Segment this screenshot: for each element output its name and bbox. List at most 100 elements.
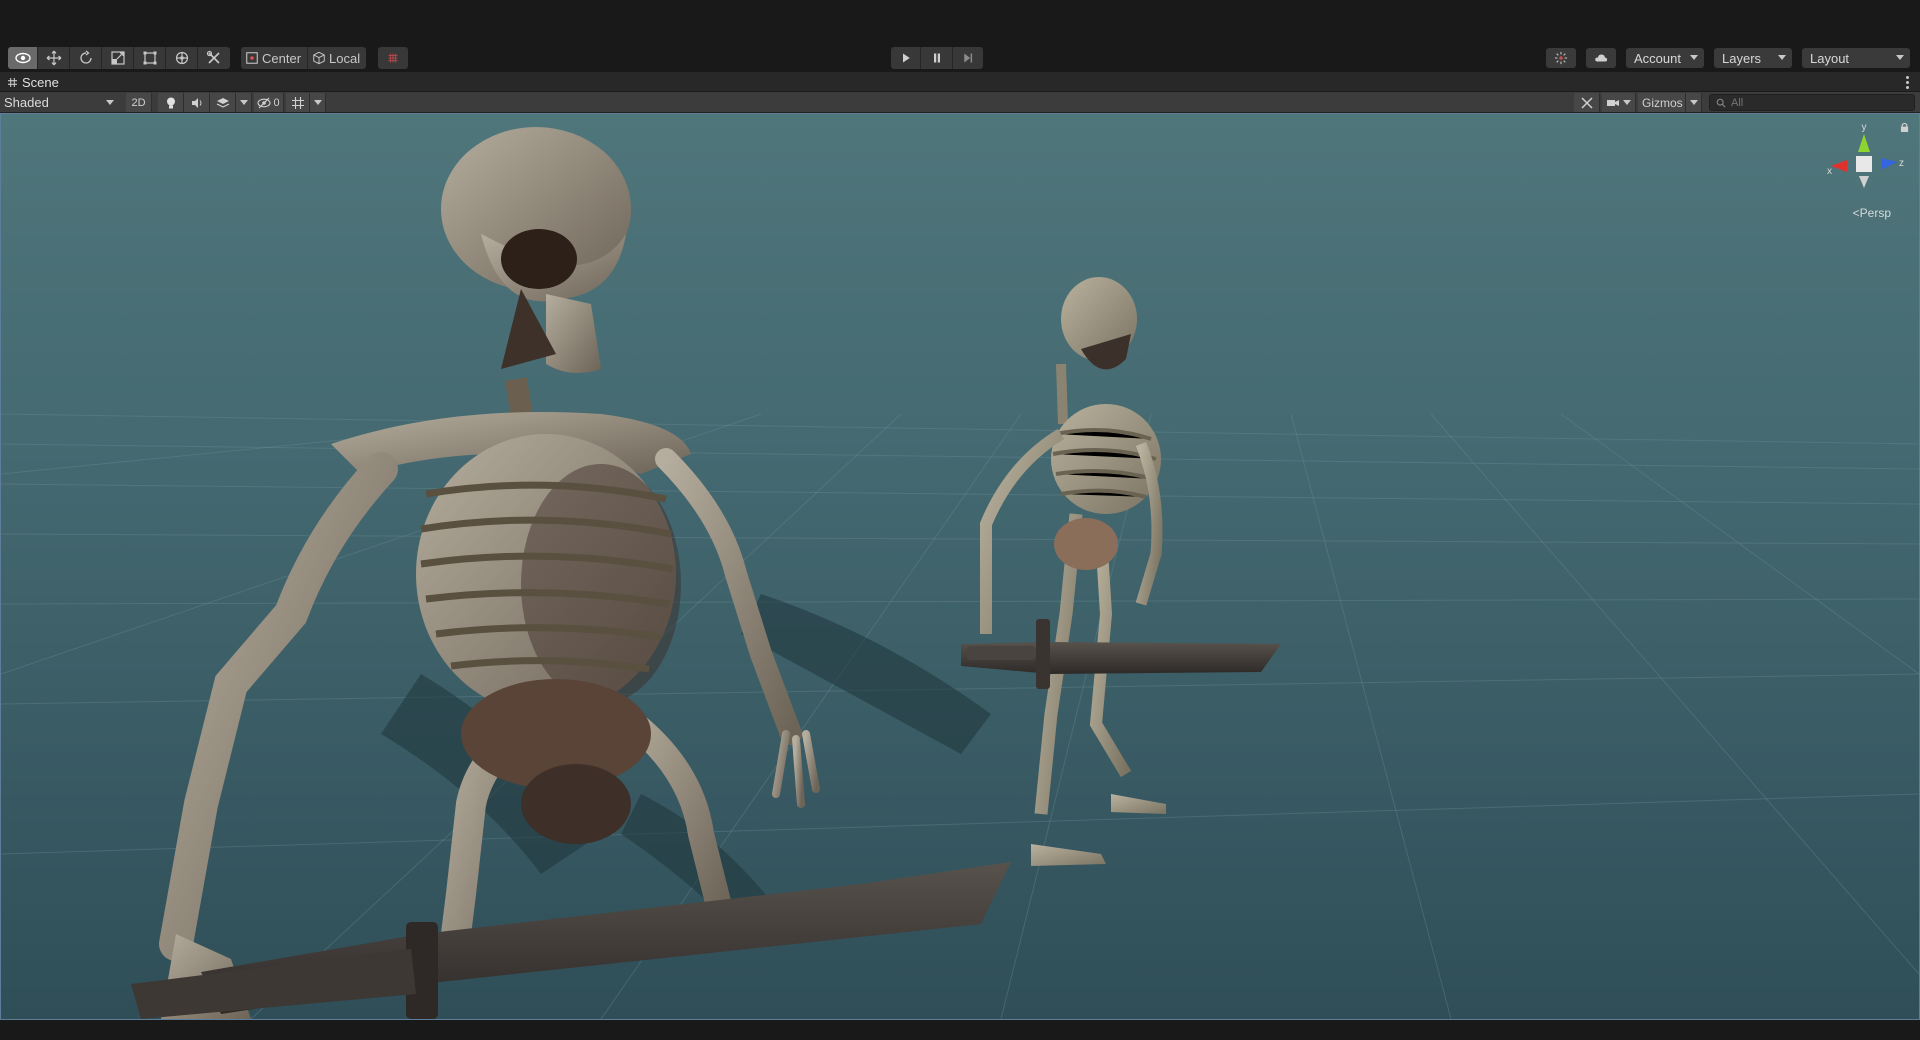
hidden-count: 0 xyxy=(273,96,280,109)
step-icon xyxy=(964,53,973,63)
scene-grid-icon xyxy=(8,77,17,87)
axis-z-label: z xyxy=(1899,158,1904,169)
collab-sparkle-icon xyxy=(1554,51,1568,65)
scene-render xyxy=(1,114,1919,1019)
cloud-button[interactable] xyxy=(1586,48,1616,68)
wrench-cross-icon xyxy=(206,50,220,64)
scale-tool-button[interactable] xyxy=(102,47,134,69)
chevron-down-icon xyxy=(1690,55,1698,60)
hidden-eye-icon xyxy=(257,97,271,108)
collab-button[interactable] xyxy=(1546,48,1576,68)
speaker-icon xyxy=(191,97,201,108)
scene-view-toolbar: Shaded 2D 0 Gizmos xyxy=(0,92,1920,113)
effects-layers-icon xyxy=(216,97,229,108)
gizmo-center-cube xyxy=(1856,156,1872,172)
effects-dropdown[interactable] xyxy=(236,93,252,112)
camera-settings-button[interactable] xyxy=(1602,93,1636,112)
chevron-down-icon xyxy=(1778,55,1786,60)
snap-group xyxy=(378,47,408,69)
gizmos-dropdown[interactable] xyxy=(1686,93,1702,112)
tool-settings-button[interactable] xyxy=(1574,93,1600,112)
pause-button[interactable] xyxy=(921,47,953,69)
layers-label: Layers xyxy=(1722,50,1762,66)
grid-icon xyxy=(291,96,304,109)
play-icon xyxy=(902,53,910,63)
search-icon xyxy=(1716,98,1726,108)
axis-z-cone xyxy=(1881,158,1897,170)
more-options-icon[interactable] xyxy=(1904,74,1910,90)
grid-dropdown[interactable] xyxy=(310,93,326,112)
view-tool-button[interactable] xyxy=(8,47,38,69)
gizmos-label: Gizmos xyxy=(1642,95,1683,110)
camera-icon xyxy=(1607,99,1619,106)
account-label: Account xyxy=(1634,50,1681,66)
custom-tool-button[interactable] xyxy=(198,47,230,69)
transform-tool-button[interactable] xyxy=(166,47,198,69)
projection-toggle[interactable]: <Persp xyxy=(1853,206,1891,220)
transform-icon xyxy=(175,51,188,65)
axis-y-cone xyxy=(1858,134,1870,152)
pivot-mode-label: Center xyxy=(262,50,302,66)
tool-group xyxy=(8,47,230,69)
tools-icon xyxy=(1580,96,1593,109)
tab-bar: Scene xyxy=(0,72,1920,92)
bottom-strip xyxy=(0,1020,1920,1040)
projection-label: Persp xyxy=(1859,206,1891,220)
eye-icon xyxy=(14,52,31,64)
lock-icon[interactable] xyxy=(1900,122,1909,133)
pivot-center-icon xyxy=(246,52,258,64)
pause-icon xyxy=(933,53,940,63)
axis-x-cone xyxy=(1831,160,1847,172)
draw-mode-label: Shaded xyxy=(4,95,49,110)
rotate-icon xyxy=(79,50,92,64)
scene-viewport[interactable]: y x z <Persp xyxy=(0,113,1920,1020)
pivot-mode-toggle[interactable]: Center xyxy=(241,47,309,69)
grid-toggle[interactable] xyxy=(286,93,310,112)
pivot-rotation-toggle[interactable]: Local xyxy=(308,47,366,69)
play-button[interactable] xyxy=(891,47,921,69)
chevron-down-icon xyxy=(239,100,248,105)
move-arrows-icon xyxy=(46,50,61,66)
scene-tab-label: Scene xyxy=(22,74,59,90)
chevron-down-icon xyxy=(1623,100,1631,105)
main-toolbar: Center Local Account Layers Layout xyxy=(0,44,1920,72)
account-dropdown[interactable]: Account xyxy=(1626,48,1704,68)
chevron-down-icon xyxy=(106,100,114,105)
scene-visibility-toggle[interactable]: 0 xyxy=(254,93,284,112)
axis-y-label: y xyxy=(1862,122,1867,133)
rotate-tool-button[interactable] xyxy=(70,47,102,69)
orientation-gizmo[interactable]: y x z xyxy=(1823,120,1905,210)
gizmos-button[interactable]: Gizmos xyxy=(1638,93,1686,112)
chevron-down-icon xyxy=(1896,55,1904,60)
effects-toggle[interactable] xyxy=(210,93,236,112)
pivot-rotation-label: Local xyxy=(329,50,361,66)
audio-toggle[interactable] xyxy=(184,93,210,112)
search-input[interactable] xyxy=(1731,96,1901,109)
scene-search-field[interactable] xyxy=(1709,94,1915,111)
layers-dropdown[interactable]: Layers xyxy=(1714,48,1792,68)
toggle-2d-button[interactable]: 2D xyxy=(126,93,152,112)
layout-label: Layout xyxy=(1810,50,1850,66)
grid-snap-icon xyxy=(388,53,398,63)
cube-icon xyxy=(313,51,325,65)
tab-scene[interactable]: Scene xyxy=(0,72,59,92)
grid-snap-button[interactable] xyxy=(378,47,408,69)
rect-tool-button[interactable] xyxy=(134,47,166,69)
scale-icon xyxy=(110,51,125,65)
chevron-left-icon: < xyxy=(1852,206,1860,220)
axis-x-label: x xyxy=(1827,166,1832,177)
step-button[interactable] xyxy=(953,47,983,69)
layout-dropdown[interactable]: Layout xyxy=(1802,48,1910,68)
playmode-group xyxy=(891,47,983,69)
rect-transform-icon xyxy=(143,51,156,65)
chevron-down-icon xyxy=(313,100,322,105)
axis-neg-y-cone xyxy=(1859,176,1869,188)
toggle-2d-label: 2D xyxy=(131,96,146,109)
draw-mode-dropdown[interactable]: Shaded xyxy=(0,93,120,112)
cloud-icon xyxy=(1595,54,1608,62)
lightbulb-icon xyxy=(166,97,175,108)
chevron-down-icon xyxy=(1689,100,1698,105)
move-tool-button[interactable] xyxy=(38,47,70,69)
lighting-toggle[interactable] xyxy=(158,93,184,112)
pivot-group: Center Local xyxy=(241,47,367,69)
